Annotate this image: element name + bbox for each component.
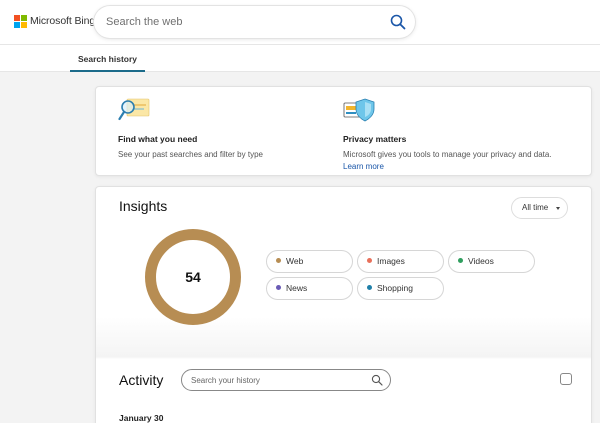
search-icon[interactable] xyxy=(389,13,407,31)
chip-label: Videos xyxy=(468,256,494,266)
magnifier-illustration-icon xyxy=(118,98,150,121)
microsoft-logo-icon xyxy=(14,15,27,28)
history-search-input[interactable] xyxy=(191,374,366,387)
select-all-checkbox[interactable] xyxy=(560,373,572,385)
history-search-box xyxy=(181,369,391,391)
insights-card: Insights All time 54 Web Images Videos N… xyxy=(95,186,592,423)
chip-label: Shopping xyxy=(377,283,413,293)
filter-chip-shopping[interactable]: Shopping xyxy=(357,277,444,300)
top-header: Microsoft Bing xyxy=(0,0,600,45)
filter-chip-images[interactable]: Images xyxy=(357,250,444,273)
time-range-value: All time xyxy=(522,203,549,212)
learn-more-link[interactable]: Learn more xyxy=(343,161,552,173)
tab-bar: Search history xyxy=(0,45,600,72)
chevron-down-icon xyxy=(556,207,560,210)
filter-chip-videos[interactable]: Videos xyxy=(448,250,535,273)
date-heading: January 30 xyxy=(119,413,164,423)
activity-title: Activity xyxy=(119,372,164,388)
tab-search-history[interactable]: Search history xyxy=(70,45,145,72)
web-search-input[interactable] xyxy=(106,14,376,30)
info-title: Find what you need xyxy=(118,134,198,144)
filter-chip-web[interactable]: Web xyxy=(266,250,353,273)
search-icon[interactable] xyxy=(371,374,383,386)
filter-chip-news[interactable]: News xyxy=(266,277,353,300)
info-card: Find what you need See your past searche… xyxy=(95,86,592,176)
time-range-dropdown[interactable]: All time xyxy=(511,197,568,219)
images-dot-icon xyxy=(367,258,372,263)
chip-label: Web xyxy=(286,256,304,266)
info-title: Privacy matters xyxy=(343,134,407,144)
bing-logo[interactable]: Microsoft Bing xyxy=(14,15,96,28)
shield-illustration-icon xyxy=(343,98,375,122)
info-description: See your past searches and filter by typ… xyxy=(118,150,263,159)
news-dot-icon xyxy=(276,285,281,290)
chip-label: News xyxy=(286,283,308,293)
insights-title: Insights xyxy=(119,198,168,214)
insights-total-count: 54 xyxy=(185,269,201,285)
shopping-dot-icon xyxy=(367,285,372,290)
web-dot-icon xyxy=(276,258,281,263)
chip-label: Images xyxy=(377,256,405,266)
info-find-what-you-need: Find what you need See your past searche… xyxy=(118,97,263,161)
logo-text: Microsoft Bing xyxy=(30,15,96,27)
info-description: Microsoft gives you tools to manage your… xyxy=(343,150,552,159)
info-privacy-matters: Privacy matters Microsoft gives you tool… xyxy=(343,97,552,173)
videos-dot-icon xyxy=(458,258,463,263)
web-search-box xyxy=(94,6,415,38)
